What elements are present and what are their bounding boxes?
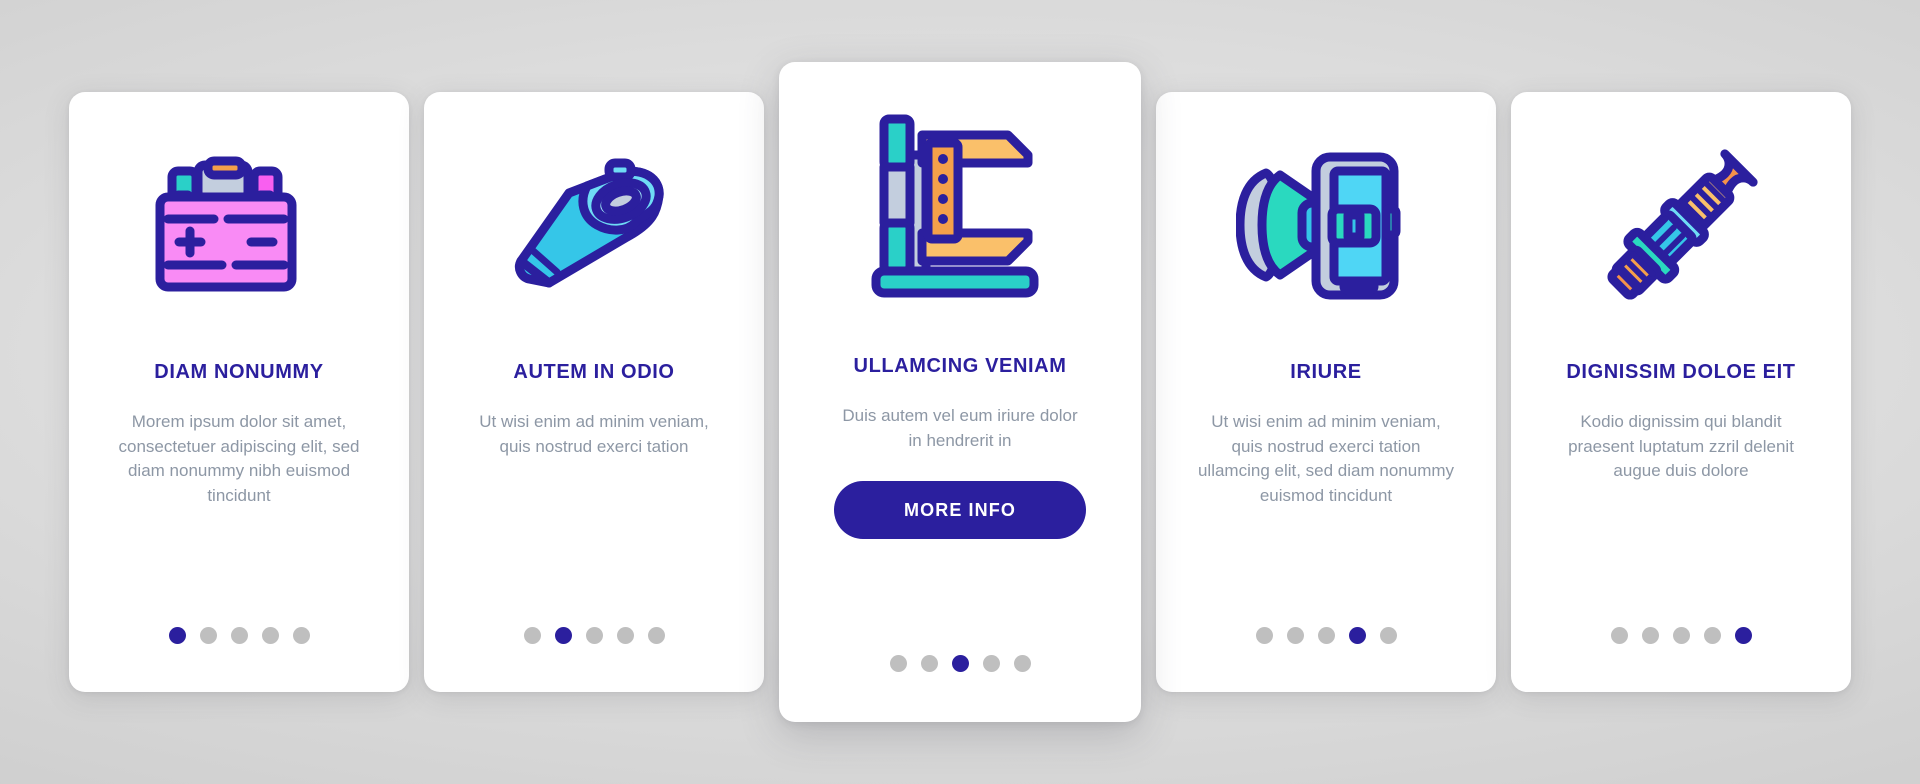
more-info-button[interactable]: MORE INFO bbox=[834, 481, 1086, 540]
card-description: Ut wisi enim ad minim veniam, quis nostr… bbox=[479, 412, 709, 456]
card-description: Ut wisi enim ad minim veniam, quis nostr… bbox=[1197, 412, 1455, 505]
onboarding-card-3[interactable]: ULLAMCING VENIAM Duis autem vel eum iriu… bbox=[779, 62, 1141, 722]
card-title: ULLAMCING VENIAM bbox=[853, 355, 1067, 377]
card-title: IRIURE bbox=[1290, 361, 1362, 383]
onboarding-card-5[interactable]: DIGNISSIM DOLOE EIT Kodio dignissim qui … bbox=[1511, 92, 1851, 692]
card-icon-area bbox=[805, 62, 1115, 354]
pagination-dot[interactable] bbox=[1348, 627, 1366, 644]
card-icon-area bbox=[1537, 92, 1825, 360]
pagination-dot[interactable] bbox=[523, 627, 541, 644]
onboarding-card-2[interactable]: AUTEM IN ODIO Ut wisi enim ad minim veni… bbox=[424, 92, 764, 692]
pagination-dot[interactable] bbox=[920, 655, 938, 672]
spark-plug-icon bbox=[1607, 149, 1758, 300]
pagination-dot[interactable] bbox=[1703, 627, 1721, 644]
pagination-dot[interactable] bbox=[1286, 627, 1304, 644]
card-icon-area bbox=[450, 92, 738, 360]
card-icon-area bbox=[1182, 92, 1470, 360]
pagination-dots[interactable] bbox=[69, 627, 409, 644]
caliper-measuring-tool-icon bbox=[871, 114, 1039, 298]
onboarding-carousel: DIAM NONUMMY Morem ipsum dolor sit amet,… bbox=[0, 0, 1920, 784]
card-description: Duis autem vel eum iriure dolor in hendr… bbox=[842, 406, 1078, 450]
pagination-dot[interactable] bbox=[230, 627, 248, 644]
pagination-dots[interactable] bbox=[779, 655, 1141, 672]
pagination-dot[interactable] bbox=[1734, 627, 1752, 644]
pagination-dot[interactable] bbox=[1672, 627, 1690, 644]
pagination-dot[interactable] bbox=[261, 627, 279, 644]
pagination-dot[interactable] bbox=[889, 655, 907, 672]
onboarding-card-1[interactable]: DIAM NONUMMY Morem ipsum dolor sit amet,… bbox=[69, 92, 409, 692]
card-description: Morem ipsum dolor sit amet, consectetuer… bbox=[118, 412, 360, 505]
pagination-dot[interactable] bbox=[554, 627, 572, 644]
pagination-dot[interactable] bbox=[982, 655, 1000, 672]
pagination-dot[interactable] bbox=[1255, 627, 1273, 644]
pagination-dot[interactable] bbox=[1641, 627, 1659, 644]
card-title: DIAM NONUMMY bbox=[154, 361, 324, 383]
onboarding-card-4[interactable]: IRIURE Ut wisi enim ad minim veniam, qui… bbox=[1156, 92, 1496, 692]
pagination-dot[interactable] bbox=[199, 627, 217, 644]
phone-car-holder-icon bbox=[1236, 152, 1401, 300]
pagination-dot[interactable] bbox=[1013, 655, 1031, 672]
card-title: AUTEM IN ODIO bbox=[513, 361, 675, 383]
muffler-exhaust-icon bbox=[514, 158, 664, 288]
card-description: Kodio dignissim qui blandit praesent lup… bbox=[1568, 412, 1794, 481]
pagination-dot[interactable] bbox=[585, 627, 603, 644]
pagination-dot[interactable] bbox=[951, 655, 969, 672]
pagination-dot[interactable] bbox=[1317, 627, 1335, 644]
pagination-dot[interactable] bbox=[647, 627, 665, 644]
pagination-dot[interactable] bbox=[1379, 627, 1397, 644]
car-battery-icon bbox=[155, 156, 297, 292]
pagination-dots[interactable] bbox=[424, 627, 764, 644]
pagination-dots[interactable] bbox=[1511, 627, 1851, 644]
pagination-dots[interactable] bbox=[1156, 627, 1496, 644]
card-title: DIGNISSIM DOLOE EIT bbox=[1566, 361, 1796, 383]
pagination-dot[interactable] bbox=[292, 627, 310, 644]
pagination-dot[interactable] bbox=[616, 627, 634, 644]
card-icon-area bbox=[95, 92, 383, 360]
pagination-dot[interactable] bbox=[168, 627, 186, 644]
pagination-dot[interactable] bbox=[1610, 627, 1628, 644]
